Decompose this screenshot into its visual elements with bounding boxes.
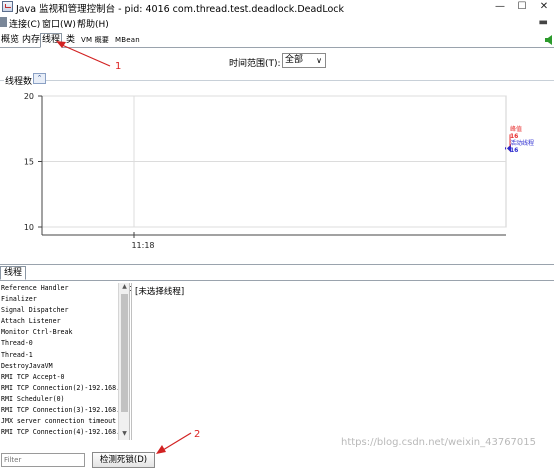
thread-list-item[interactable]: Signal Dispatcher (0, 305, 118, 316)
annotation-label-1: 1 (115, 61, 122, 72)
tab-overview[interactable]: 概览 (0, 34, 20, 48)
watermark: https://blog.csdn.net/weixin_43767015 (341, 437, 537, 448)
time-range-select[interactable]: 全部 ∨ (282, 53, 326, 68)
thread-list-scrollbar[interactable]: ▲ ▼ (118, 283, 129, 440)
time-range-row: 时间范围(T): 全部 ∨ (0, 52, 554, 70)
chevron-up-icon[interactable]: ⌃ (33, 73, 46, 84)
thread-list-item[interactable]: JMX server connection timeout (0, 416, 118, 427)
bottom-toolbar: 检测死锁(D) (0, 451, 554, 470)
tab-memory[interactable]: 内存 (21, 34, 41, 48)
section-divider[interactable] (0, 264, 554, 265)
thread-list-item[interactable]: Thread-0 (0, 338, 118, 349)
main-tabs: 概览 内存 线程 类 VM 概要 MBean (0, 32, 554, 48)
thread-list-item[interactable]: RMI TCP Connection(2)-192.168. (0, 383, 118, 394)
thread-list-item[interactable]: Attach Listener (0, 316, 118, 327)
restore-icon[interactable]: ▬ (539, 17, 548, 28)
thread-detail-text: [未选择线程] (135, 287, 185, 297)
maximize-button[interactable]: ☐ (510, 0, 534, 14)
thread-list-item[interactable]: Monitor Ctrl-Break (0, 327, 118, 338)
legend-peak-value: 16 (510, 133, 519, 140)
window-titlebar[interactable]: Java 监视和管理控制台 - pid: 4016 com.thread.tes… (0, 0, 554, 15)
chart-legend: 峰值 16 活动线程 16 (510, 126, 554, 154)
thread-list-item[interactable]: RMI Scheduler(0) (0, 394, 118, 405)
thread-list-item[interactable]: RMI TCP Connection(3)-192.168. (0, 405, 118, 416)
chart-section-title: 线程数 (4, 74, 34, 87)
thread-detail-pane: [未选择线程] (133, 283, 554, 440)
tab-mbean[interactable]: MBean (114, 34, 141, 48)
time-range-value: 全部 (285, 55, 304, 65)
thread-list-item[interactable]: Reference Handler (0, 283, 118, 294)
tab-classes[interactable]: 类 (65, 34, 76, 48)
x-tick-label: 11:18 (131, 241, 154, 250)
y-tick-label: 10 (24, 223, 34, 232)
menu-connection[interactable]: 连接(C) (9, 17, 40, 30)
tab-vm-summary[interactable]: VM 概要 (80, 34, 110, 48)
menu-window[interactable]: 窗口(W) (42, 17, 76, 30)
chevron-down-icon: ∨ (316, 56, 322, 65)
minimize-button[interactable]: — (488, 0, 512, 14)
detect-deadlock-button[interactable]: 检测死锁(D) (92, 452, 155, 468)
menu-bar: 连接(C) 窗口(W) 帮助(H) ▬ (0, 15, 554, 30)
thread-count-chart: 10 15 20 11:18 峰值 16 活动线程 16 (0, 80, 554, 263)
tab-underline (0, 280, 554, 281)
time-range-label: 时间范围(T): (229, 59, 281, 69)
java-console-icon (2, 1, 13, 12)
y-tick-label: 20 (24, 92, 34, 101)
menu-app-icon (0, 17, 7, 27)
thread-list-item[interactable]: RMI TCP Connection(4)-192.168. (0, 427, 118, 438)
filter-input[interactable] (1, 453, 85, 467)
thread-list[interactable]: Reference Handler Finalizer Signal Dispatc… (0, 283, 118, 440)
annotation-label-2: 2 (194, 429, 201, 440)
scroll-up-icon[interactable]: ▲ (120, 283, 129, 293)
connect-arrow-icon[interactable] (545, 35, 552, 45)
thread-count-plot: 10 15 20 11:18 (24, 92, 511, 250)
menu-help[interactable]: 帮助(H) (77, 17, 109, 30)
thread-list-item[interactable]: RMI TCP Accept-0 (0, 372, 118, 383)
thread-list-item[interactable]: Thread-1 (0, 350, 118, 361)
y-tick-label: 15 (24, 158, 34, 167)
legend-live-label: 活动线程 (510, 140, 535, 147)
thread-list-item[interactable]: DestroyJavaVM (0, 361, 118, 372)
split-pane-divider[interactable] (129, 283, 132, 440)
close-button[interactable]: ✕ (532, 0, 554, 14)
scroll-down-icon[interactable]: ▼ (120, 430, 129, 440)
legend-peak-label: 峰值 (510, 126, 523, 133)
window-title: Java 监视和管理控制台 - pid: 4016 com.thread.tes… (16, 4, 345, 15)
legend-live-value: 16 (510, 147, 519, 154)
tab-threads[interactable]: 线程 (40, 33, 63, 48)
tab-thread-list[interactable]: 线程 (0, 266, 27, 280)
scrollbar-thumb[interactable] (121, 294, 128, 412)
thread-list-item[interactable]: Finalizer (0, 294, 118, 305)
